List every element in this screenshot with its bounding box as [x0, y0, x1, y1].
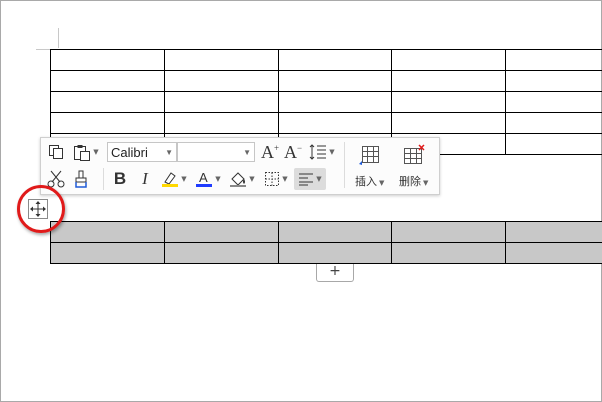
table-cell[interactable]	[164, 70, 279, 92]
format-painter-icon	[75, 170, 87, 188]
table-cell[interactable]	[505, 91, 602, 113]
table-cell[interactable]	[505, 133, 602, 155]
table-cell[interactable]	[278, 49, 392, 71]
font-color-icon: A	[196, 170, 213, 187]
table-cell[interactable]	[391, 91, 506, 113]
chevron-down-icon: ▼	[165, 148, 173, 157]
table-cell[interactable]	[505, 70, 602, 92]
table-cell[interactable]	[50, 49, 165, 71]
table-cell[interactable]	[164, 91, 279, 113]
table-cell[interactable]	[391, 242, 506, 264]
add-row-button[interactable]: +	[316, 264, 354, 282]
copy-icon	[49, 145, 63, 159]
shading-icon	[230, 172, 247, 187]
cut-icon	[47, 170, 65, 188]
table-selected-rows[interactable]	[50, 221, 602, 264]
table-row	[50, 70, 602, 92]
table-cell[interactable]	[278, 242, 392, 264]
table-cell[interactable]	[164, 221, 279, 243]
toolbar-divider	[103, 168, 104, 190]
table-row	[50, 112, 602, 134]
floating-mini-toolbar: ▼ Calibri ▼ ▼ A+ A− ▼ B I ▼ A ▼ ▼ ▼ ▼ 插入…	[40, 137, 440, 195]
table-cell[interactable]	[391, 49, 506, 71]
table-row	[50, 242, 602, 264]
table-cell[interactable]	[505, 49, 602, 71]
table-cell[interactable]	[391, 112, 506, 134]
paste-button[interactable]: ▼	[71, 142, 101, 162]
insert-label: 插入 ▼	[355, 175, 385, 188]
highlight-icon	[162, 172, 179, 187]
table-cell[interactable]	[50, 242, 165, 264]
font-name-value: Calibri	[111, 145, 148, 160]
table-cell[interactable]	[278, 70, 392, 92]
table-row	[50, 49, 602, 71]
delete-label: 删除 ▼	[399, 175, 429, 188]
insert-table-icon	[359, 146, 379, 165]
insert-table-button[interactable]	[357, 142, 381, 168]
shrink-font-icon: A−	[283, 141, 303, 162]
chevron-down-icon: ▼	[243, 148, 251, 157]
italic-button[interactable]: I	[135, 168, 155, 190]
highlight-ring	[17, 185, 65, 233]
table-cell[interactable]	[164, 49, 279, 71]
line-spacing-button[interactable]: ▼	[307, 142, 337, 162]
toolbar-divider	[344, 142, 345, 188]
svg-text:A: A	[199, 170, 208, 185]
table-cell[interactable]	[50, 70, 165, 92]
table-cell[interactable]	[505, 242, 602, 264]
align-button[interactable]: ▼	[294, 168, 326, 190]
highlight-button[interactable]: ▼	[159, 168, 189, 190]
table-cell[interactable]	[278, 112, 392, 134]
bold-icon: B	[113, 169, 127, 188]
table-row	[50, 221, 602, 243]
table-cell[interactable]	[278, 221, 392, 243]
shading-button[interactable]: ▼	[227, 168, 257, 190]
table-cell[interactable]	[505, 221, 602, 243]
font-color-button[interactable]: A ▼	[193, 168, 223, 190]
table-cell[interactable]	[164, 242, 279, 264]
delete-table-icon	[404, 144, 425, 164]
italic-icon: I	[142, 169, 148, 188]
table-cell[interactable]	[164, 112, 279, 134]
table-cell[interactable]	[391, 70, 506, 92]
format-painter-button[interactable]	[71, 168, 91, 190]
font-name-select[interactable]: Calibri ▼	[107, 142, 177, 162]
paste-icon	[74, 144, 91, 161]
table-cell[interactable]	[50, 91, 165, 113]
font-size-select[interactable]: ▼	[177, 142, 255, 162]
shrink-font-button[interactable]: A−	[283, 141, 303, 163]
grow-font-button[interactable]: A+	[260, 141, 280, 163]
table-row	[50, 91, 602, 113]
table-cell[interactable]	[278, 91, 392, 113]
line-spacing-icon	[309, 144, 327, 160]
delete-table-button[interactable]	[402, 142, 426, 168]
align-icon	[299, 173, 314, 186]
margin-corner-mark-vertical	[58, 28, 59, 48]
borders-button[interactable]: ▼	[261, 168, 291, 190]
table-cell[interactable]	[50, 221, 165, 243]
table-cell[interactable]	[505, 112, 602, 134]
copy-button[interactable]	[46, 142, 66, 162]
margin-corner-mark-horizontal	[36, 49, 50, 50]
table-cell[interactable]	[391, 221, 506, 243]
bold-button[interactable]: B	[109, 168, 131, 190]
borders-icon	[265, 172, 280, 186]
grow-font-icon: A+	[260, 141, 280, 162]
table-cell[interactable]	[50, 112, 165, 134]
